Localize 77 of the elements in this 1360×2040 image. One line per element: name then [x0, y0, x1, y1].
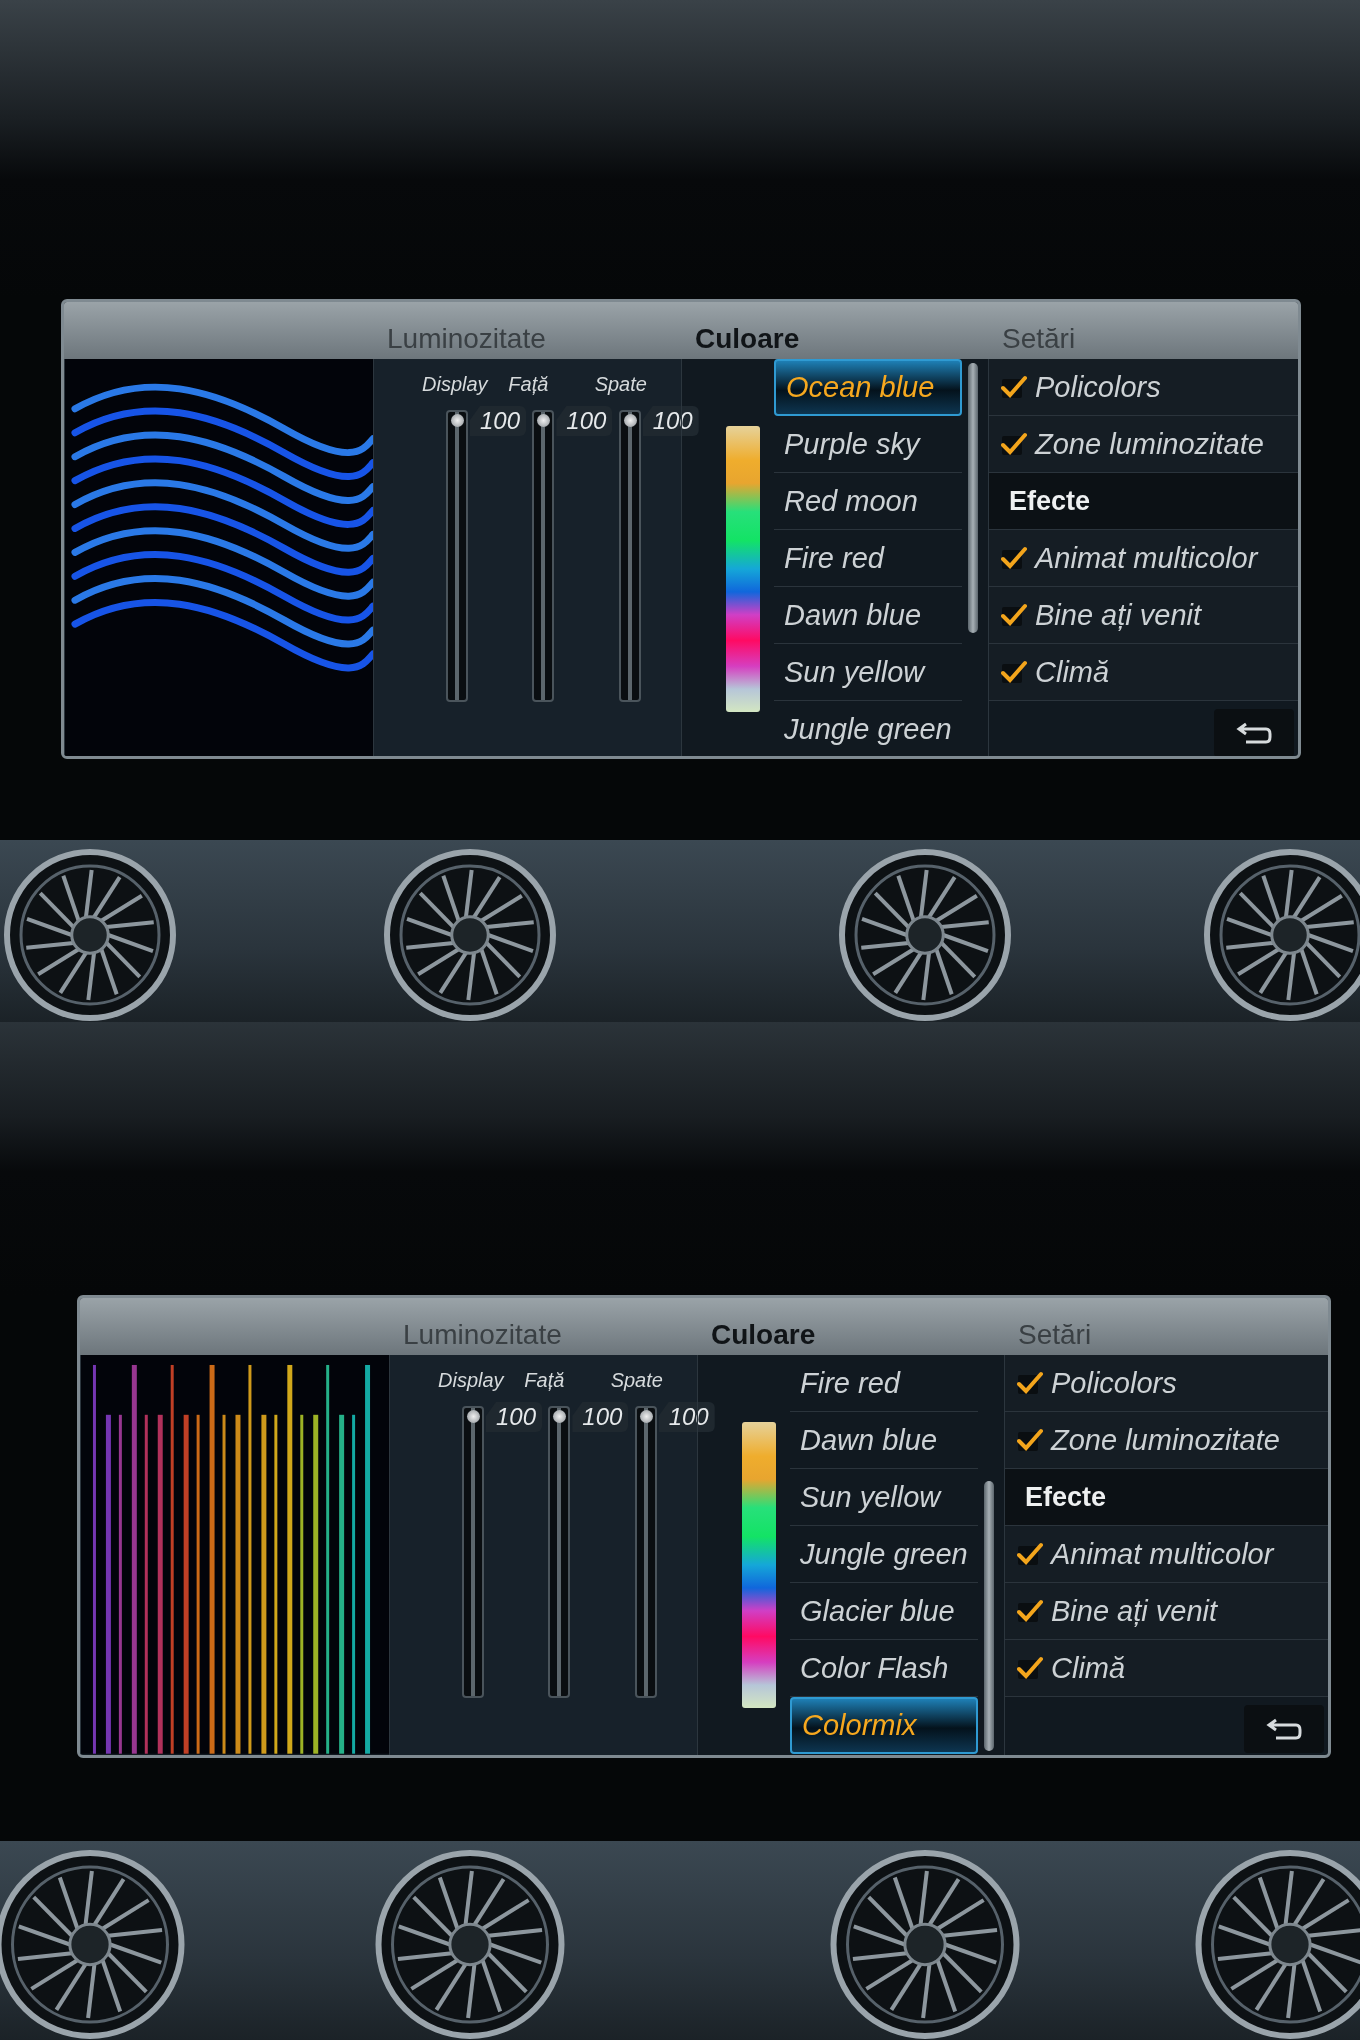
slider-thumb[interactable]: [639, 1410, 653, 1423]
slider-track[interactable]: [446, 410, 468, 702]
slider-thumb[interactable]: [467, 1410, 480, 1423]
checkbox-label: Climă: [1051, 1651, 1126, 1685]
color-option[interactable]: Fire red: [774, 530, 962, 587]
slider-value: 100: [572, 1402, 629, 1432]
color-option[interactable]: Jungle green: [790, 1526, 978, 1583]
checkbox-row[interactable]: Bine ați venit: [1005, 1583, 1328, 1640]
slider-value: 100: [486, 1402, 543, 1432]
checkbox-row[interactable]: Climă: [989, 644, 1298, 701]
back-button[interactable]: [1214, 709, 1294, 756]
color-option[interactable]: Ocean blue: [774, 359, 962, 416]
checkbox-row[interactable]: Policolors: [989, 359, 1298, 416]
checkbox-label: Climă: [1035, 655, 1110, 689]
slider-track[interactable]: [618, 410, 641, 702]
checkbox-icon[interactable]: [1017, 1656, 1043, 1680]
color-option[interactable]: Fire red: [790, 1355, 978, 1412]
checkbox-label: Zone luminozitate: [1035, 427, 1264, 461]
checkbox-label: Bine ați venit: [1051, 1594, 1218, 1628]
slider-track[interactable]: [634, 1406, 657, 1698]
slider-value: 100: [556, 406, 613, 436]
scrollbar-thumb[interactable]: [968, 363, 978, 633]
checkbox-icon[interactable]: [1001, 603, 1027, 627]
checkbox-label: Bine ați venit: [1035, 598, 1202, 632]
checkbox-icon[interactable]: [1017, 1599, 1043, 1623]
slider-label: Față: [524, 1369, 565, 1392]
tab[interactable]: Culoare: [695, 323, 800, 355]
slider-label: Display: [422, 373, 488, 396]
slider-label: Display: [438, 1369, 504, 1392]
checkbox-label: Animat multicolor: [1051, 1537, 1274, 1571]
color-option[interactable]: Jungle green: [774, 701, 962, 756]
slider-label: Spate: [594, 373, 647, 396]
back-arrow-icon: [1266, 1717, 1302, 1741]
slider-thumb[interactable]: [623, 414, 637, 427]
slider-thumb[interactable]: [553, 1410, 567, 1423]
section-heading: Efecte: [1005, 1469, 1328, 1526]
slider-track[interactable]: [548, 1406, 571, 1698]
checkbox-icon[interactable]: [1001, 375, 1027, 399]
checkbox-label: Policolors: [1051, 1366, 1177, 1400]
slider-value: 100: [470, 406, 527, 436]
checkbox-row[interactable]: Zone luminozitate: [989, 416, 1298, 473]
slider-thumb[interactable]: [537, 414, 551, 427]
checkbox-label: Policolors: [1035, 370, 1161, 404]
checkbox-row[interactable]: Bine ați venit: [989, 587, 1298, 644]
checkbox-row[interactable]: Policolors: [1005, 1355, 1328, 1412]
section-heading: Efecte: [989, 473, 1298, 530]
back-arrow-icon: [1236, 721, 1272, 745]
tab[interactable]: Culoare: [711, 1319, 816, 1351]
color-option[interactable]: Dawn blue: [790, 1412, 978, 1469]
checkbox-icon[interactable]: [1001, 546, 1027, 570]
slider-track[interactable]: [532, 410, 555, 702]
slider-thumb[interactable]: [451, 414, 464, 427]
checkbox-label: Zone luminozitate: [1051, 1423, 1280, 1457]
scrollbar-thumb[interactable]: [984, 1481, 994, 1751]
checkbox-icon[interactable]: [1001, 660, 1027, 684]
checkbox-row[interactable]: Animat multicolor: [989, 530, 1298, 587]
color-option[interactable]: Dawn blue: [774, 587, 962, 644]
color-option[interactable]: Colormix: [790, 1697, 978, 1754]
back-button[interactable]: [1244, 1705, 1324, 1753]
checkbox-icon[interactable]: [1017, 1428, 1043, 1452]
checkbox-row[interactable]: Climă: [1005, 1640, 1328, 1697]
slider-value: 100: [642, 406, 699, 436]
slider-value: 100: [658, 1402, 715, 1432]
checkbox-row[interactable]: Animat multicolor: [1005, 1526, 1328, 1583]
checkbox-row[interactable]: Zone luminozitate: [1005, 1412, 1328, 1469]
color-option[interactable]: Sun yellow: [774, 644, 962, 701]
color-option[interactable]: Red moon: [774, 473, 962, 530]
checkbox-icon[interactable]: [1017, 1542, 1043, 1566]
slider-label: Spate: [610, 1369, 663, 1392]
color-option[interactable]: Glacier blue: [790, 1583, 978, 1640]
color-option[interactable]: Sun yellow: [790, 1469, 978, 1526]
slider-label: Față: [508, 373, 549, 396]
checkbox-label: Animat multicolor: [1035, 541, 1258, 575]
slider-track[interactable]: [462, 1406, 484, 1698]
checkbox-icon[interactable]: [1001, 432, 1027, 456]
color-option[interactable]: Purple sky: [774, 416, 962, 473]
checkbox-icon[interactable]: [1017, 1371, 1043, 1395]
